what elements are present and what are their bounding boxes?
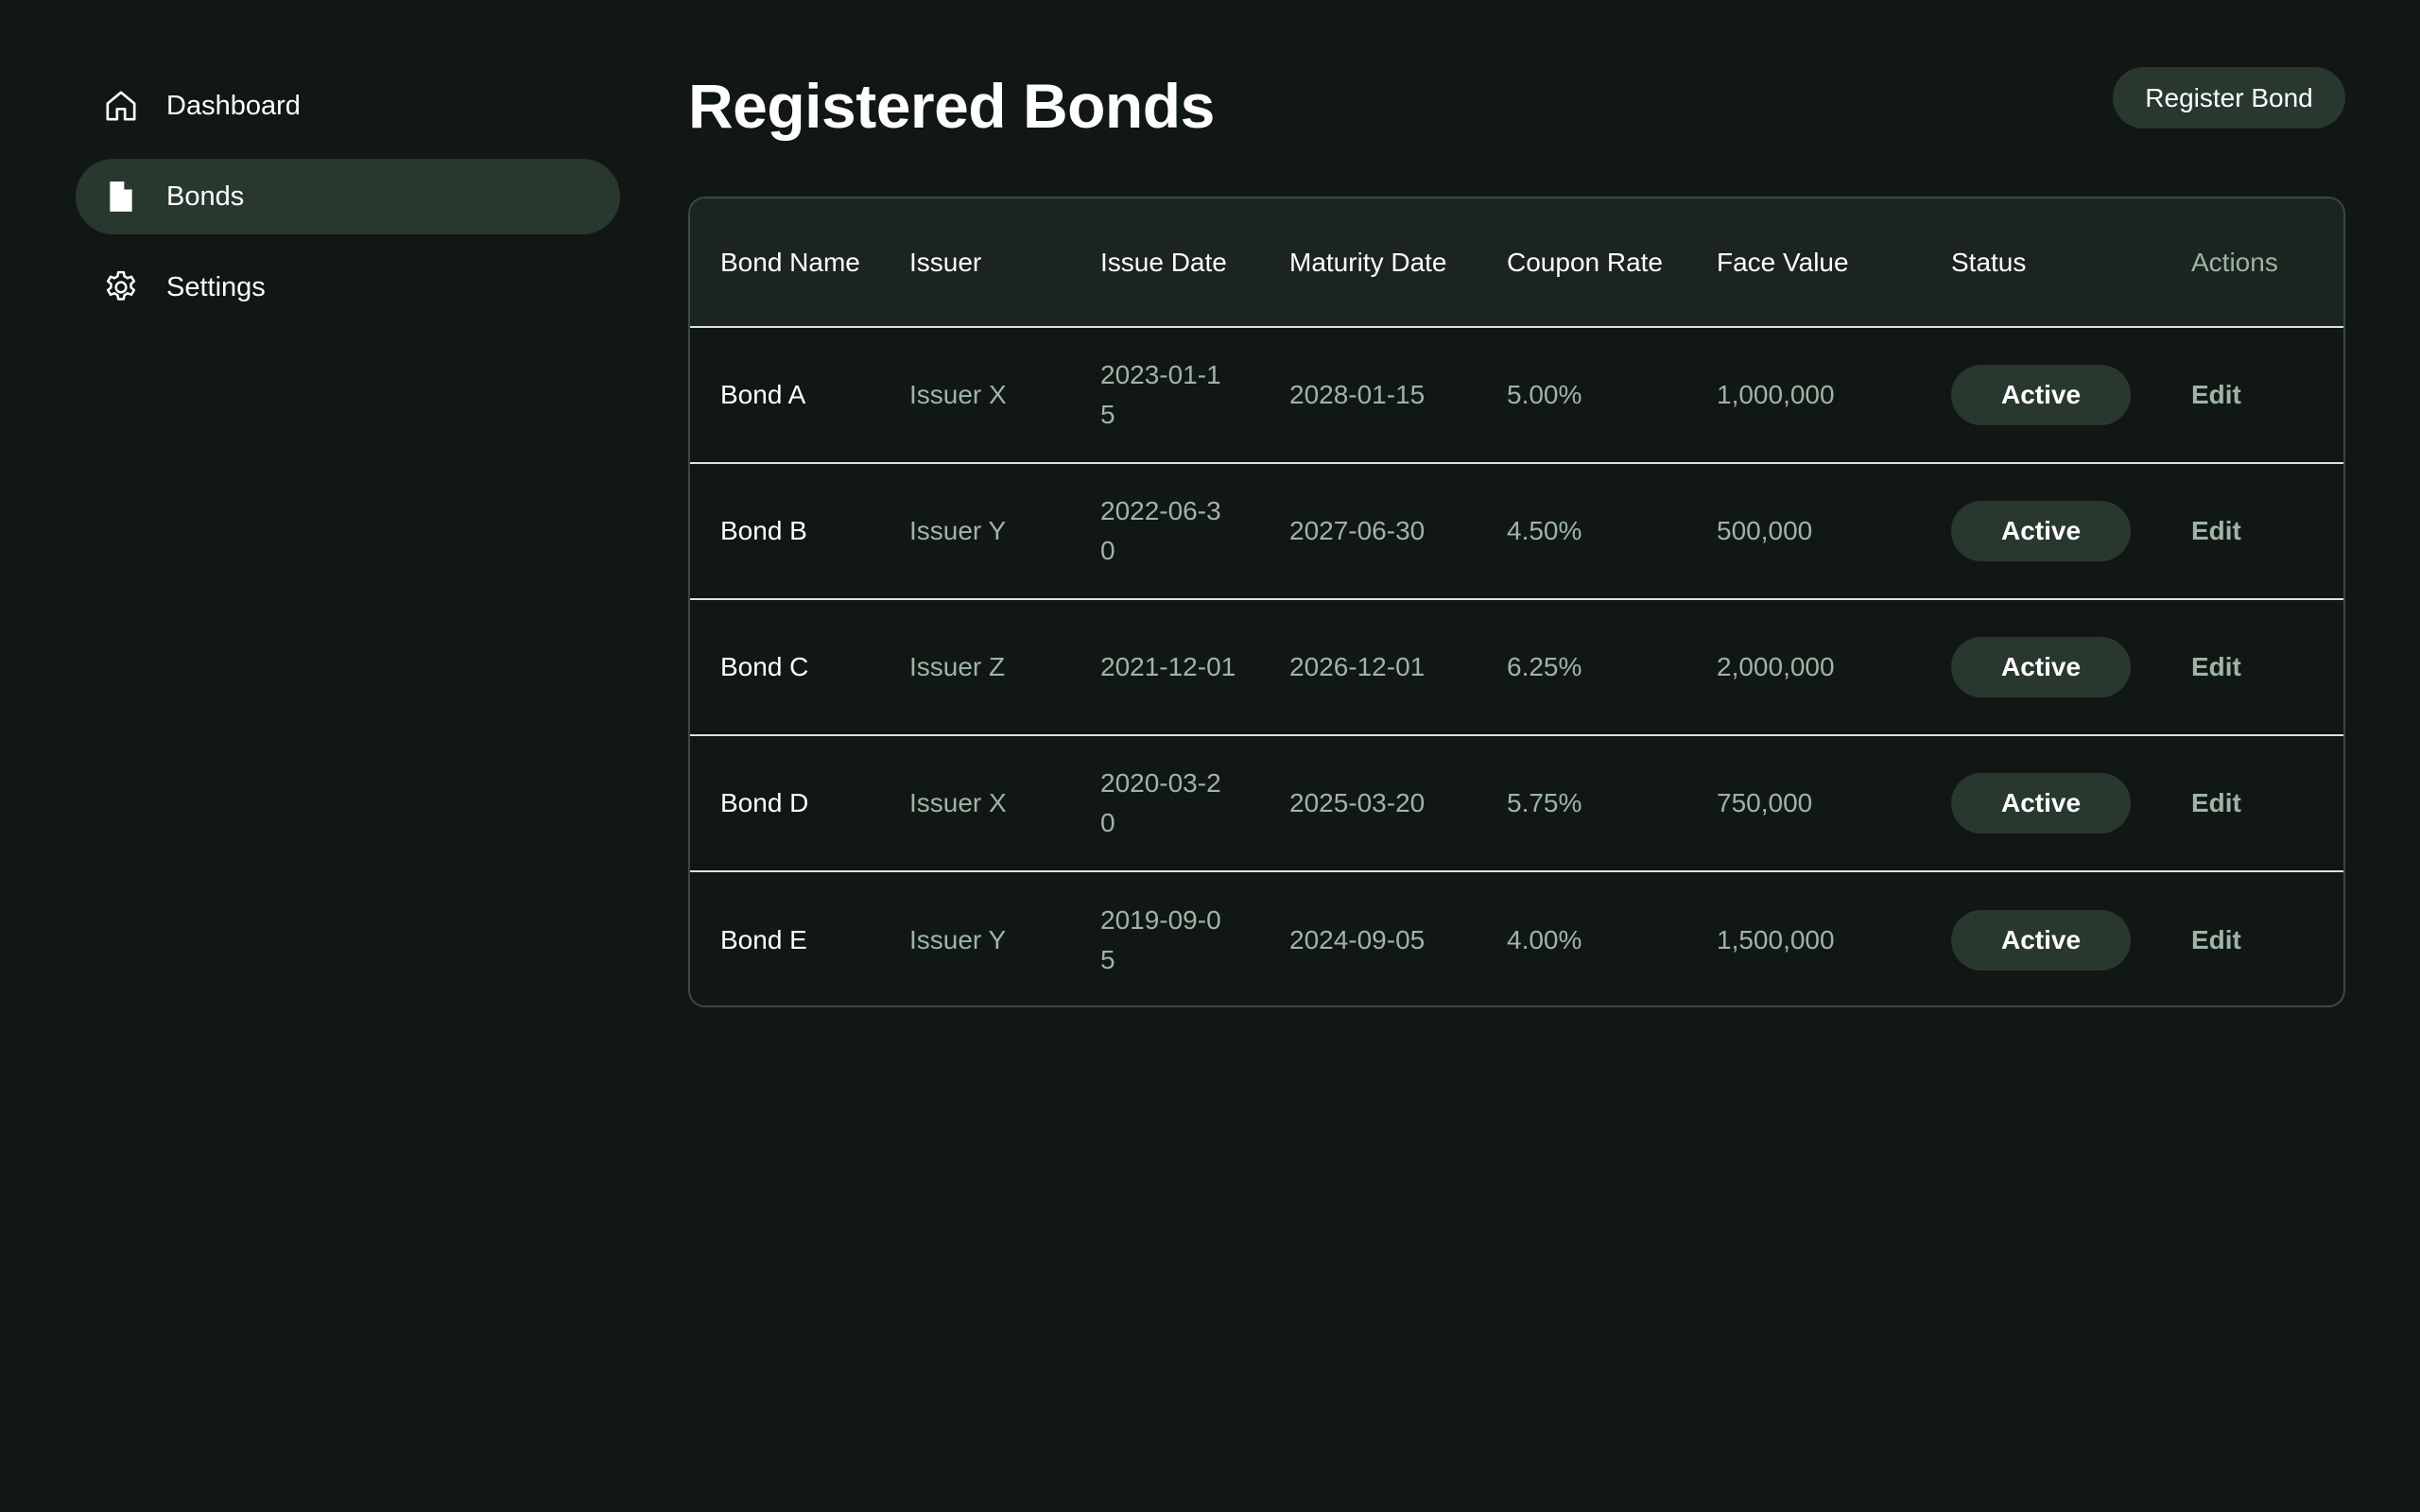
bonds-table: Bond Name Issuer Issue Date Maturity Dat… [690,198,2343,1005]
cell-face-value: 2,000,000 [1717,652,1835,681]
column-header-bond-name: Bond Name [720,247,860,277]
cell-issue-date: 2021-12-01 [1100,652,1236,681]
table-row: Bond D Issuer X 2020-03-20 2025-03-20 5.… [690,735,2343,871]
column-header-face-value: Face Value [1717,247,1849,277]
edit-link[interactable]: Edit [2191,380,2241,409]
cell-coupon-rate: 5.75% [1507,788,1582,817]
cell-coupon-rate: 4.00% [1507,924,1582,954]
cell-issuer: Issuer Z [909,652,1006,681]
column-header-actions: Actions [2191,247,2278,277]
cell-issuer: Issuer Y [909,924,1007,954]
cell-issuer: Issuer Y [909,516,1007,545]
cell-issuer: Issuer X [909,788,1007,817]
cell-bond-name: Bond D [720,788,809,817]
table-header-row: Bond Name Issuer Issue Date Maturity Dat… [690,198,2343,327]
status-badge: Active [1951,365,2131,425]
cell-status: Active [1921,327,2161,463]
column-header-coupon-rate: Coupon Rate [1507,247,1664,277]
edit-link[interactable]: Edit [2191,652,2241,681]
cell-maturity-date: 2026-12-01 [1289,652,1426,681]
cell-bond-name: Bond C [720,652,809,681]
document-icon [102,178,140,215]
column-header-issuer: Issuer [909,247,982,277]
cell-issue-date: 2022-06-30 [1100,496,1221,565]
column-header-status: Status [1951,247,2027,277]
cell-bond-name: Bond A [720,380,806,409]
table-row: Bond A Issuer X 2023-01-15 2028-01-15 5.… [690,327,2343,463]
page-title: Registered Bonds [688,71,1215,141]
cell-face-value: 500,000 [1717,516,1813,545]
cell-issuer: Issuer X [909,380,1007,409]
column-header-maturity-date: Maturity Date [1289,247,1447,277]
cell-actions: Edit [2161,735,2343,871]
table-row: Bond C Issuer Z 2021-12-01 2026-12-01 6.… [690,599,2343,735]
register-bond-button[interactable]: Register Bond [2113,67,2345,129]
sidebar-item-label: Bonds [166,180,245,212]
gear-icon [102,268,140,306]
cell-issue-date: 2019-09-05 [1100,904,1221,974]
table-row: Bond B Issuer Y 2022-06-30 2027-06-30 4.… [690,463,2343,599]
cell-maturity-date: 2025-03-20 [1289,788,1426,817]
status-badge: Active [1951,501,2131,561]
cell-bond-name: Bond E [720,924,807,954]
cell-issue-date: 2020-03-20 [1100,768,1221,837]
cell-status: Active [1921,735,2161,871]
cell-coupon-rate: 6.25% [1507,652,1582,681]
bonds-table-container: Bond Name Issuer Issue Date Maturity Dat… [688,197,2345,1007]
sidebar-item-dashboard[interactable]: Dashboard [76,68,620,144]
sidebar-item-settings[interactable]: Settings [76,249,620,325]
cell-maturity-date: 2028-01-15 [1289,380,1426,409]
cell-actions: Edit [2161,463,2343,599]
status-badge: Active [1951,637,2131,697]
column-header-issue-date: Issue Date [1100,247,1227,277]
home-icon [102,87,140,125]
sidebar-item-label: Dashboard [166,90,301,121]
sidebar-item-label: Settings [166,271,266,302]
cell-issue-date: 2023-01-15 [1100,360,1221,429]
cell-actions: Edit [2161,871,2343,1005]
cell-maturity-date: 2027-06-30 [1289,516,1426,545]
cell-bond-name: Bond B [720,516,807,545]
edit-link[interactable]: Edit [2191,516,2241,545]
status-badge: Active [1951,773,2131,833]
app-root: Dashboard Bonds Settings Registered Bond… [0,0,2420,1512]
table-row: Bond E Issuer Y 2019-09-05 2024-09-05 4.… [690,871,2343,1005]
cell-face-value: 1,500,000 [1717,924,1835,954]
edit-link[interactable]: Edit [2191,925,2241,954]
cell-actions: Edit [2161,327,2343,463]
cell-coupon-rate: 5.00% [1507,380,1582,409]
cell-actions: Edit [2161,599,2343,735]
cell-maturity-date: 2024-09-05 [1289,924,1426,954]
cell-coupon-rate: 4.50% [1507,516,1582,545]
cell-status: Active [1921,463,2161,599]
cell-status: Active [1921,599,2161,735]
status-badge: Active [1951,909,2131,971]
cell-status: Active [1921,871,2161,1005]
sidebar: Dashboard Bonds Settings [76,68,620,340]
cell-face-value: 750,000 [1717,788,1813,817]
cell-face-value: 1,000,000 [1717,380,1835,409]
sidebar-item-bonds[interactable]: Bonds [76,159,620,234]
edit-link[interactable]: Edit [2191,788,2241,817]
